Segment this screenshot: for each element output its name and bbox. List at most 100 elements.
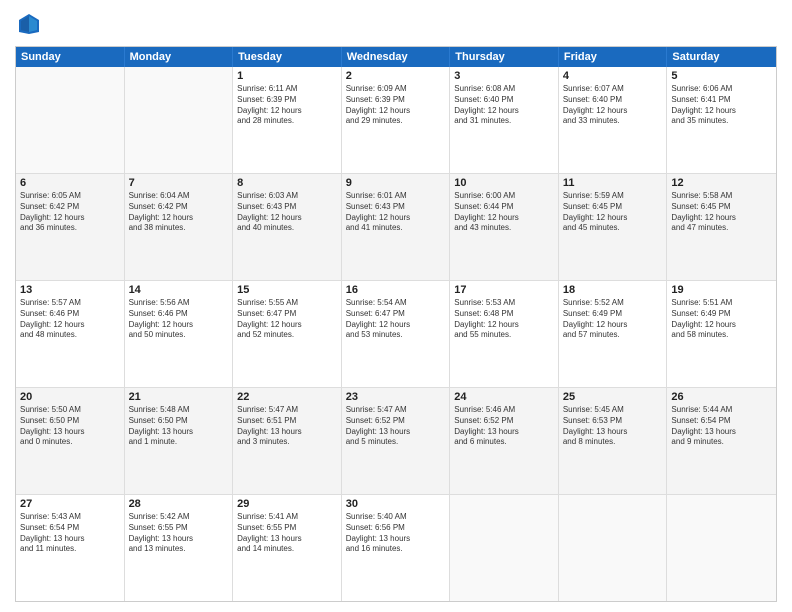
- day-number: 6: [20, 177, 120, 189]
- weekday-header-saturday: Saturday: [667, 47, 776, 67]
- day-info: Sunrise: 5:58 AM Sunset: 6:45 PM Dayligh…: [671, 191, 772, 234]
- day-info: Sunrise: 5:54 AM Sunset: 6:47 PM Dayligh…: [346, 298, 446, 341]
- calendar-row-2: 13Sunrise: 5:57 AM Sunset: 6:46 PM Dayli…: [16, 281, 776, 388]
- day-cell-18: 18 Sunrise: 5:52 AM Sunset: 6:49 PM Dayli…: [559, 281, 668, 387]
- day-cell-6: 6 Sunrise: 6:05 AM Sunset: 6:42 PM Daylig…: [16, 174, 125, 280]
- day-number: 28: [129, 498, 229, 510]
- day-number: 25: [563, 391, 663, 403]
- logo: [15, 10, 47, 38]
- day-info: Sunrise: 5:44 AM Sunset: 6:54 PM Dayligh…: [671, 405, 772, 448]
- logo-icon: [15, 10, 43, 38]
- day-info: Sunrise: 5:52 AM Sunset: 6:49 PM Dayligh…: [563, 298, 663, 341]
- day-cell-9: 9 Sunrise: 6:01 AM Sunset: 6:43 PM Daylig…: [342, 174, 451, 280]
- day-number: 9: [346, 177, 446, 189]
- day-info: Sunrise: 6:07 AM Sunset: 6:40 PM Dayligh…: [563, 84, 663, 127]
- empty-cell: [16, 67, 125, 173]
- day-info: Sunrise: 5:45 AM Sunset: 6:53 PM Dayligh…: [563, 405, 663, 448]
- day-info: Sunrise: 5:48 AM Sunset: 6:50 PM Dayligh…: [129, 405, 229, 448]
- calendar-row-4: 27Sunrise: 5:43 AM Sunset: 6:54 PM Dayli…: [16, 495, 776, 601]
- calendar-row-3: 20Sunrise: 5:50 AM Sunset: 6:50 PM Dayli…: [16, 388, 776, 495]
- day-number: 19: [671, 284, 772, 296]
- day-cell-24: 24 Sunrise: 5:46 AM Sunset: 6:52 PM Dayli…: [450, 388, 559, 494]
- day-cell-1: 1 Sunrise: 6:11 AM Sunset: 6:39 PM Daylig…: [233, 67, 342, 173]
- day-number: 3: [454, 70, 554, 82]
- day-info: Sunrise: 6:05 AM Sunset: 6:42 PM Dayligh…: [20, 191, 120, 234]
- day-info: Sunrise: 5:47 AM Sunset: 6:52 PM Dayligh…: [346, 405, 446, 448]
- empty-cell: [450, 495, 559, 601]
- page: SundayMondayTuesdayWednesdayThursdayFrid…: [0, 0, 792, 612]
- day-info: Sunrise: 5:55 AM Sunset: 6:47 PM Dayligh…: [237, 298, 337, 341]
- day-number: 21: [129, 391, 229, 403]
- day-number: 8: [237, 177, 337, 189]
- day-cell-2: 2Sunrise: 6:09 AM Sunset: 6:39 PM Daylig…: [342, 67, 451, 173]
- empty-cell: [559, 495, 668, 601]
- day-cell-13: 13Sunrise: 5:57 AM Sunset: 6:46 PM Dayli…: [16, 281, 125, 387]
- day-info: Sunrise: 5:51 AM Sunset: 6:49 PM Dayligh…: [671, 298, 772, 341]
- day-cell-16: 16 Sunrise: 5:54 AM Sunset: 6:47 PM Dayli…: [342, 281, 451, 387]
- day-info: Sunrise: 5:40 AM Sunset: 6:56 PM Dayligh…: [346, 512, 446, 555]
- day-number: 26: [671, 391, 772, 403]
- day-cell-27: 27Sunrise: 5:43 AM Sunset: 6:54 PM Dayli…: [16, 495, 125, 601]
- day-info: Sunrise: 6:06 AM Sunset: 6:41 PM Dayligh…: [671, 84, 772, 127]
- day-cell-21: 21 Sunrise: 5:48 AM Sunset: 6:50 PM Dayli…: [125, 388, 234, 494]
- day-cell-11: 11Sunrise: 5:59 AM Sunset: 6:45 PM Dayli…: [559, 174, 668, 280]
- day-number: 10: [454, 177, 554, 189]
- weekday-header-thursday: Thursday: [450, 47, 559, 67]
- day-cell-20: 20Sunrise: 5:50 AM Sunset: 6:50 PM Dayli…: [16, 388, 125, 494]
- day-number: 5: [671, 70, 772, 82]
- calendar-row-1: 6 Sunrise: 6:05 AM Sunset: 6:42 PM Daylig…: [16, 174, 776, 281]
- day-cell-25: 25 Sunrise: 5:45 AM Sunset: 6:53 PM Dayli…: [559, 388, 668, 494]
- day-info: Sunrise: 6:03 AM Sunset: 6:43 PM Dayligh…: [237, 191, 337, 234]
- day-cell-19: 19 Sunrise: 5:51 AM Sunset: 6:49 PM Dayli…: [667, 281, 776, 387]
- day-info: Sunrise: 6:11 AM Sunset: 6:39 PM Dayligh…: [237, 84, 337, 127]
- weekday-header-monday: Monday: [125, 47, 234, 67]
- day-number: 30: [346, 498, 446, 510]
- day-cell-5: 5 Sunrise: 6:06 AM Sunset: 6:41 PM Daylig…: [667, 67, 776, 173]
- day-cell-26: 26 Sunrise: 5:44 AM Sunset: 6:54 PM Dayli…: [667, 388, 776, 494]
- header: [15, 10, 777, 38]
- day-cell-22: 22 Sunrise: 5:47 AM Sunset: 6:51 PM Dayli…: [233, 388, 342, 494]
- weekday-header-friday: Friday: [559, 47, 668, 67]
- day-info: Sunrise: 6:04 AM Sunset: 6:42 PM Dayligh…: [129, 191, 229, 234]
- day-cell-12: 12 Sunrise: 5:58 AM Sunset: 6:45 PM Dayli…: [667, 174, 776, 280]
- day-number: 15: [237, 284, 337, 296]
- day-info: Sunrise: 6:01 AM Sunset: 6:43 PM Dayligh…: [346, 191, 446, 234]
- day-number: 22: [237, 391, 337, 403]
- day-number: 14: [129, 284, 229, 296]
- day-cell-8: 8 Sunrise: 6:03 AM Sunset: 6:43 PM Daylig…: [233, 174, 342, 280]
- calendar-row-0: 1 Sunrise: 6:11 AM Sunset: 6:39 PM Daylig…: [16, 67, 776, 174]
- day-info: Sunrise: 5:47 AM Sunset: 6:51 PM Dayligh…: [237, 405, 337, 448]
- day-cell-17: 17 Sunrise: 5:53 AM Sunset: 6:48 PM Dayli…: [450, 281, 559, 387]
- empty-cell: [667, 495, 776, 601]
- day-cell-3: 3 Sunrise: 6:08 AM Sunset: 6:40 PM Daylig…: [450, 67, 559, 173]
- empty-cell: [125, 67, 234, 173]
- day-cell-23: 23Sunrise: 5:47 AM Sunset: 6:52 PM Dayli…: [342, 388, 451, 494]
- calendar-body: 1 Sunrise: 6:11 AM Sunset: 6:39 PM Daylig…: [16, 67, 776, 601]
- day-info: Sunrise: 5:43 AM Sunset: 6:54 PM Dayligh…: [20, 512, 120, 555]
- day-number: 11: [563, 177, 663, 189]
- day-number: 12: [671, 177, 772, 189]
- day-number: 17: [454, 284, 554, 296]
- day-cell-28: 28 Sunrise: 5:42 AM Sunset: 6:55 PM Dayli…: [125, 495, 234, 601]
- day-info: Sunrise: 5:53 AM Sunset: 6:48 PM Dayligh…: [454, 298, 554, 341]
- day-cell-15: 15 Sunrise: 5:55 AM Sunset: 6:47 PM Dayli…: [233, 281, 342, 387]
- day-info: Sunrise: 6:00 AM Sunset: 6:44 PM Dayligh…: [454, 191, 554, 234]
- weekday-header-tuesday: Tuesday: [233, 47, 342, 67]
- day-cell-10: 10 Sunrise: 6:00 AM Sunset: 6:44 PM Dayli…: [450, 174, 559, 280]
- day-info: Sunrise: 5:46 AM Sunset: 6:52 PM Dayligh…: [454, 405, 554, 448]
- day-info: Sunrise: 6:09 AM Sunset: 6:39 PM Dayligh…: [346, 84, 446, 127]
- calendar: SundayMondayTuesdayWednesdayThursdayFrid…: [15, 46, 777, 602]
- day-info: Sunrise: 5:41 AM Sunset: 6:55 PM Dayligh…: [237, 512, 337, 555]
- day-number: 24: [454, 391, 554, 403]
- day-number: 29: [237, 498, 337, 510]
- day-number: 16: [346, 284, 446, 296]
- day-info: Sunrise: 6:08 AM Sunset: 6:40 PM Dayligh…: [454, 84, 554, 127]
- day-number: 1: [237, 70, 337, 82]
- weekday-header-wednesday: Wednesday: [342, 47, 451, 67]
- day-cell-30: 30 Sunrise: 5:40 AM Sunset: 6:56 PM Dayli…: [342, 495, 451, 601]
- day-info: Sunrise: 5:57 AM Sunset: 6:46 PM Dayligh…: [20, 298, 120, 341]
- day-number: 18: [563, 284, 663, 296]
- day-cell-4: 4Sunrise: 6:07 AM Sunset: 6:40 PM Daylig…: [559, 67, 668, 173]
- day-info: Sunrise: 5:42 AM Sunset: 6:55 PM Dayligh…: [129, 512, 229, 555]
- weekday-header-sunday: Sunday: [16, 47, 125, 67]
